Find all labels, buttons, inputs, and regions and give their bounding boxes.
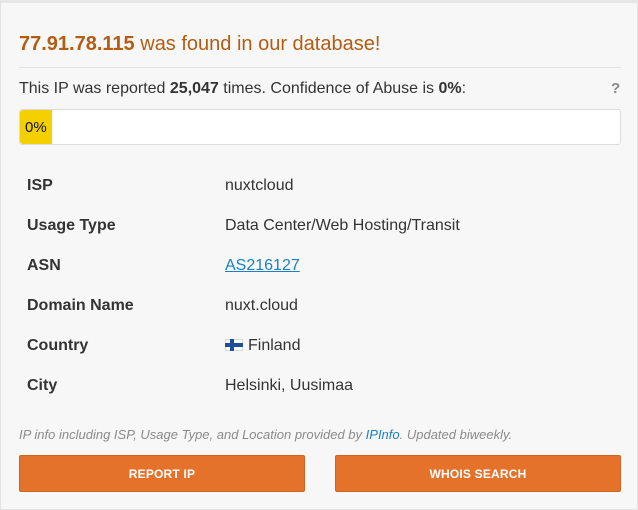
detail-value: Data Center/Web Hosting/Transit bbox=[225, 217, 460, 234]
detail-value: Helsinki, Uusimaa bbox=[225, 377, 354, 394]
data-source-note: IP info including ISP, Usage Type, and L… bbox=[19, 427, 512, 442]
detail-key: City bbox=[27, 377, 58, 394]
report-ip-button[interactable]: REPORT IP bbox=[19, 455, 305, 492]
footnote-suffix: . Updated biweekly. bbox=[399, 427, 513, 442]
detail-row-city: City Helsinki, Uusimaa bbox=[19, 366, 621, 406]
report-count: 25,047 bbox=[169, 80, 219, 97]
found-text: was found in our database! bbox=[134, 33, 381, 55]
detail-row-usage-type: Usage Type Data Center/Web Hosting/Trans… bbox=[19, 206, 621, 246]
ip-address: 77.91.78.115 bbox=[19, 33, 135, 55]
report-summary: This IP was reported 25,047 times. Confi… bbox=[19, 80, 466, 98]
detail-value-cell: Finland bbox=[225, 337, 300, 355]
detail-row-domain-name: Domain Name nuxt.cloud bbox=[19, 286, 621, 326]
detail-value: nuxt.cloud bbox=[225, 297, 298, 314]
detail-key: ISP bbox=[27, 177, 53, 194]
ip-report-card: 77.91.78.115 was found in our database! … bbox=[0, 0, 638, 510]
detail-key: Domain Name bbox=[27, 297, 134, 314]
abuse-confidence-bar: 0% bbox=[19, 109, 621, 145]
detail-key: Country bbox=[27, 337, 89, 354]
confidence-value: 0% bbox=[438, 80, 462, 97]
detail-value-cell: AS216127 bbox=[225, 257, 300, 275]
detail-value: Finland bbox=[248, 337, 301, 354]
detail-value: nuxtcloud bbox=[225, 177, 294, 194]
help-icon[interactable]: ? bbox=[611, 80, 620, 97]
abuse-confidence-label: 0% bbox=[25, 119, 47, 136]
footnote-text: IP info including ISP, Usage Type, and L… bbox=[19, 427, 366, 442]
report-middle: times. Confidence of Abuse is bbox=[218, 80, 439, 97]
ip-details-table: ISP nuxtcloud Usage Type Data Center/Web… bbox=[19, 166, 621, 406]
ipinfo-link[interactable]: IPInfo bbox=[366, 427, 400, 442]
report-suffix: : bbox=[461, 80, 467, 97]
asn-link[interactable]: AS216127 bbox=[225, 257, 300, 274]
detail-key: ASN bbox=[27, 257, 61, 274]
whois-search-button[interactable]: WHOIS SEARCH bbox=[335, 455, 621, 492]
detail-row-asn: ASN AS216127 bbox=[19, 246, 621, 286]
page-title: 77.91.78.115 was found in our database! bbox=[19, 33, 380, 56]
detail-key: Usage Type bbox=[27, 217, 116, 234]
detail-row-country: Country Finland bbox=[19, 326, 621, 366]
detail-row-isp: ISP nuxtcloud bbox=[19, 166, 621, 206]
divider bbox=[19, 67, 621, 68]
finland-flag-icon bbox=[225, 339, 243, 351]
report-prefix: This IP was reported bbox=[19, 80, 170, 97]
